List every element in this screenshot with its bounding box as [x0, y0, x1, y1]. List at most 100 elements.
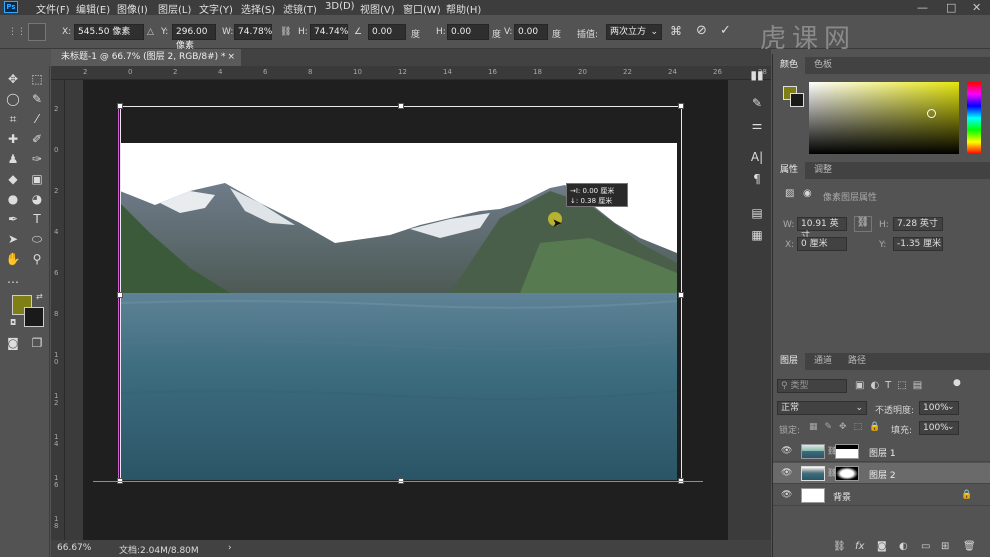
group-icon[interactable]: ▭: [921, 541, 930, 552]
status-menu-arrow-icon[interactable]: ›: [228, 543, 232, 553]
opacity-chevron-icon[interactable]: ⌄: [947, 402, 955, 412]
fill-chevron-icon[interactable]: ⌄: [947, 422, 955, 432]
blend-mode-select[interactable]: 正常 ⌄: [777, 401, 867, 415]
angle-field[interactable]: 0.00: [368, 24, 406, 40]
type-tool-icon[interactable]: T: [28, 210, 46, 228]
menu-select[interactable]: 选择(S): [241, 1, 275, 16]
layer-filter-icons[interactable]: ▣◐T⬚▤: [855, 380, 928, 391]
path-select-icon[interactable]: ➤: [4, 230, 22, 248]
menu-type[interactable]: 文字(Y): [199, 1, 233, 16]
layer-row[interactable]: 👁 背景 🔒: [773, 485, 990, 506]
hue-slider[interactable]: [967, 82, 981, 154]
delta-icon[interactable]: △: [147, 27, 154, 37]
menu-3d[interactable]: 3D(D): [325, 1, 355, 12]
layer-mask-thumbnail[interactable]: [835, 466, 859, 481]
tab-color[interactable]: 颜色: [773, 57, 806, 74]
props-width-field[interactable]: 10.91 英寸: [797, 217, 847, 241]
blur-tool-icon[interactable]: ●: [4, 190, 22, 208]
zoom-tool-icon[interactable]: ⚲: [28, 250, 46, 268]
brush-tool-icon[interactable]: ✐: [28, 130, 46, 148]
ellipse-tool-icon[interactable]: ⬭: [28, 230, 46, 248]
layer-name[interactable]: 图层 1: [869, 446, 896, 459]
close-tab-icon[interactable]: ×: [227, 49, 235, 66]
swap-colors-icon[interactable]: ⇄: [36, 292, 43, 301]
color-picker-marker[interactable]: [927, 109, 936, 118]
more-tools-icon[interactable]: …: [4, 270, 22, 288]
layer-name[interactable]: 背景: [833, 490, 851, 503]
dodge-tool-icon[interactable]: ◕: [28, 190, 46, 208]
menu-layer[interactable]: 图层(L): [158, 1, 191, 16]
layer-filter-select[interactable]: ⚲ 类型: [777, 379, 847, 393]
h-field[interactable]: 74.74%: [310, 24, 348, 40]
gradient-tool-icon[interactable]: ▣: [28, 170, 46, 188]
paragraph-panel-icon[interactable]: ¶: [748, 170, 766, 188]
notes-panel-icon[interactable]: ▦: [748, 226, 766, 244]
tab-swatches[interactable]: 色板: [807, 57, 839, 74]
props-x-field[interactable]: 0 厘米: [797, 237, 847, 251]
warp-icon[interactable]: ⌘: [670, 24, 682, 38]
adjustment-icon[interactable]: ◐: [899, 541, 908, 552]
interpolation-select[interactable]: 两次立方 ⌄: [606, 24, 662, 40]
menu-help[interactable]: 帮助(H): [446, 1, 481, 16]
menu-filter[interactable]: 滤镜(T): [283, 1, 317, 16]
mask-icon[interactable]: ◙: [877, 541, 887, 552]
tab-properties[interactable]: 属性: [773, 162, 806, 179]
layer-mask-thumbnail[interactable]: [835, 444, 859, 459]
visibility-eye-icon[interactable]: 👁: [781, 468, 792, 478]
w-field[interactable]: 74.78%: [234, 24, 272, 40]
props-link-icon[interactable]: ⛓: [854, 216, 872, 232]
menu-window[interactable]: 窗口(W): [403, 1, 441, 16]
tab-paths[interactable]: 路径: [841, 353, 873, 370]
layer-row-selected[interactable]: 👁 ⛓ 图层 2: [773, 463, 990, 484]
props-height-field[interactable]: 7.28 英寸: [893, 217, 943, 231]
menu-view[interactable]: 视图(V): [360, 1, 395, 16]
document-tab[interactable]: 未标题-1 @ 66.7% (图层 2, RGB/8#) * ×: [51, 49, 241, 66]
lasso-tool-icon[interactable]: ◯: [4, 90, 22, 108]
history-brush-icon[interactable]: ✑: [28, 150, 46, 168]
default-colors-icon[interactable]: ◘: [10, 318, 16, 327]
visibility-eye-icon[interactable]: 👁: [781, 490, 792, 500]
minimize-icon[interactable]: —: [917, 1, 928, 14]
background-color-swatch[interactable]: [24, 307, 44, 327]
quick-mask-icon[interactable]: ◙: [4, 334, 22, 352]
cancel-transform-icon[interactable]: ⊘: [696, 23, 707, 38]
healing-brush-icon[interactable]: ✚: [4, 130, 22, 148]
hand-tool-icon[interactable]: ✋: [4, 250, 22, 268]
screen-mode-icon[interactable]: ❐: [28, 334, 46, 352]
tab-adjustments[interactable]: 调整: [807, 162, 839, 179]
move-tool-icon[interactable]: ✥: [4, 70, 22, 88]
filter-toggle-icon[interactable]: ●: [953, 378, 961, 388]
zoom-level[interactable]: 66.67%: [57, 543, 91, 553]
reference-point-icon[interactable]: [28, 23, 46, 41]
pen-tool-icon[interactable]: ✒: [4, 210, 22, 228]
libraries-panel-icon[interactable]: ▤: [748, 204, 766, 222]
link-icon[interactable]: ⛓: [280, 27, 291, 37]
stamp-tool-icon[interactable]: ♟: [4, 150, 22, 168]
adjustments-panel-icon[interactable]: ⚌: [748, 116, 766, 134]
layer-row[interactable]: 👁 ⛓ 图层 1: [773, 441, 990, 462]
new-layer-icon[interactable]: ⊞: [941, 541, 949, 552]
eyedropper-icon[interactable]: ⁄: [28, 110, 46, 128]
lock-icons[interactable]: ▦✎✥⬚🔒: [809, 422, 887, 432]
props-y-field[interactable]: -1.35 厘米: [893, 237, 943, 251]
close-window-icon[interactable]: ✕: [972, 1, 981, 14]
maximize-icon[interactable]: □: [946, 1, 956, 14]
tab-channels[interactable]: 通道: [807, 353, 839, 370]
mask-props-icon[interactable]: ◉: [803, 188, 812, 199]
vskew-field[interactable]: 0.00: [514, 24, 548, 40]
link-icon[interactable]: ⛓: [833, 541, 846, 552]
layer-name[interactable]: 图层 2: [869, 468, 896, 481]
trash-icon[interactable]: 🗑: [963, 541, 976, 552]
fx-icon[interactable]: fx: [855, 541, 864, 552]
eraser-tool-icon[interactable]: ◆: [4, 170, 22, 188]
brush-panel-icon[interactable]: ✎: [748, 94, 766, 112]
panel-background-swatch[interactable]: [790, 93, 804, 107]
commit-transform-icon[interactable]: ✓: [720, 23, 731, 38]
tab-layers[interactable]: 图层: [773, 353, 806, 370]
marquee-tool-icon[interactable]: ⬚: [28, 70, 46, 88]
menu-edit[interactable]: 编辑(E): [76, 1, 110, 16]
x-field[interactable]: 545.50 像素: [74, 24, 144, 40]
y-field[interactable]: 296.00 像素: [172, 24, 216, 51]
history-panel-icon[interactable]: ▮▮: [748, 66, 766, 84]
menu-file[interactable]: 文件(F): [36, 1, 70, 16]
